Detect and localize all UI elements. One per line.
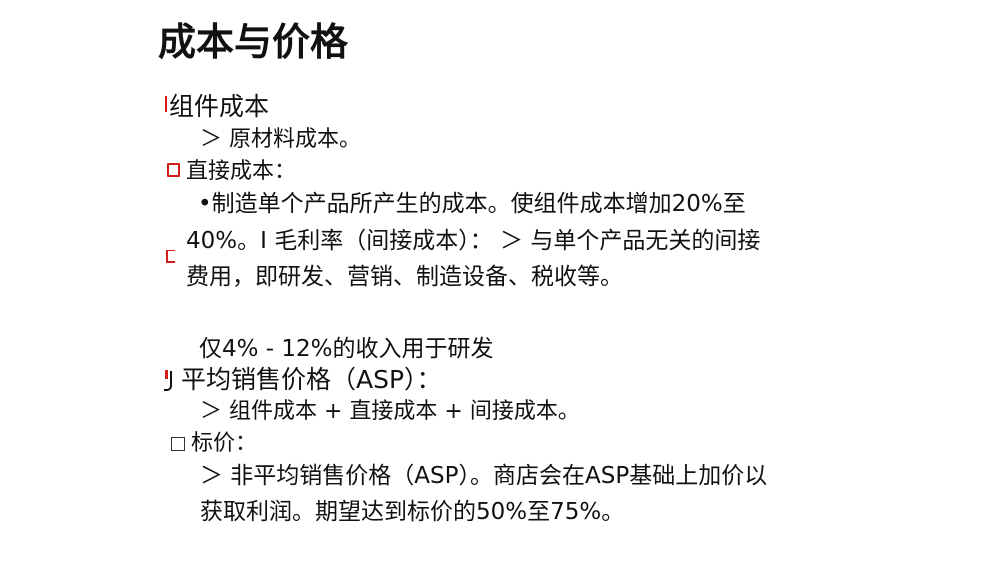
asp-heading: 平均销售价格（ASP）： xyxy=(164,364,442,396)
direct-cost-line-3: 费用，即研发、营销、制造设备、税收等。 xyxy=(186,264,623,290)
asp-heading-text: 平均销售价格（ASP）： xyxy=(181,365,442,394)
bullet-marker-icon xyxy=(166,250,175,263)
rnd-note: 仅4% - 12%的收入用于研发 xyxy=(199,336,494,362)
component-cost-detail: ＞ 原材料成本。 xyxy=(200,127,361,152)
list-price-heading: 标价： xyxy=(171,429,257,459)
list-price-line-2: 获取利润。期望达到标价的50%至75%。 xyxy=(200,499,625,525)
list-price-line-1: ＞ 非平均销售价格（ASP）。商店会在ASP基础上加价以 xyxy=(200,463,768,489)
list-price-heading-text: 标价： xyxy=(191,431,258,456)
asp-detail: ＞ 组件成本 + 直接成本 + 间接成本。 xyxy=(200,399,580,424)
component-cost-heading: 组件成本 xyxy=(169,92,270,121)
j-marker-icon xyxy=(164,371,172,391)
bullet-box-icon xyxy=(167,163,180,177)
checkbox-square-icon xyxy=(171,437,185,451)
page-title: 成本与价格 xyxy=(158,20,349,64)
direct-cost-heading: 直接成本： xyxy=(186,159,297,184)
direct-cost-line-2: 40%。I 毛利率（间接成本）： ＞ 与单个产品无关的间接 xyxy=(186,228,761,254)
direct-cost-line-1: •制造单个产品所产生的成本。使组件成本增加20%至 xyxy=(198,191,746,217)
